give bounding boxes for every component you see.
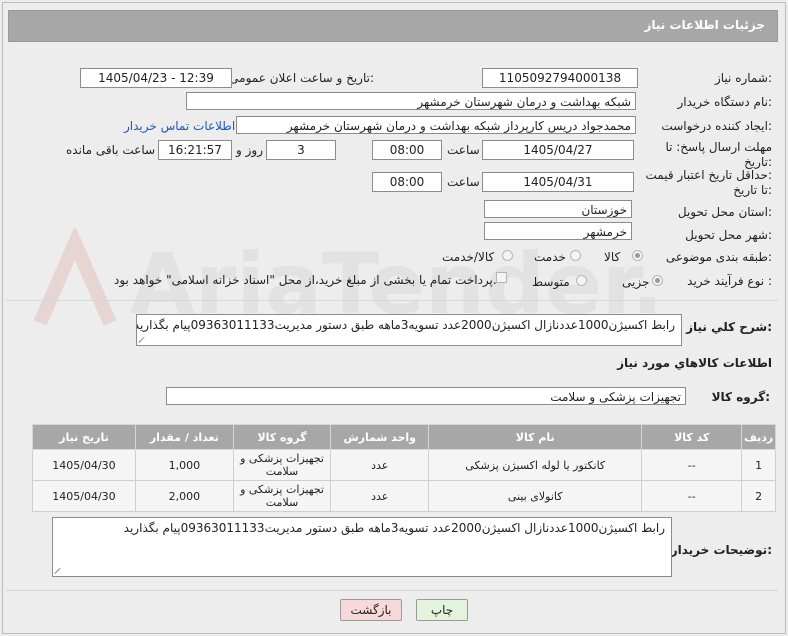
col-row-number: ردیف [741,424,776,450]
cell-goods-code: -- [641,480,743,512]
col-need-date: تاریخ نیاز [32,424,136,450]
cell-quantity: 1,000 [134,449,234,481]
col-goods-name: نام کالا [428,424,643,450]
price-validity-date-field: 1405/04/31 [482,172,634,192]
days-remaining-field: 3 [266,140,336,160]
cell-goods-group: تجهیزات پزشکی و سلامت [232,449,332,481]
buyer-notes-text: رابط اکسیژن1000عددنازال اکسیژن2000عدد تس… [123,521,665,535]
creator-label: ایجاد کننده درخواست: [661,119,772,133]
remaining-time-field: 16:21:57 [158,140,232,160]
process-medium-label: متوسط [532,275,570,289]
description-text: رابط اکسیژن1000عددنازال اکسیژن2000عدد تس… [136,318,675,332]
description-label: شرح کلي نياز: [686,320,772,334]
section-divider [6,300,778,301]
goods-group-field: تجهیزات پزشکی و سلامت [166,387,686,405]
category-both-label: کالا/خدمت [442,250,495,264]
deadline-label-line2: تاریخ: [744,155,772,169]
cell-row-number: 1 [741,449,776,481]
price-validity-time-field: 08:00 [372,172,442,192]
category-label: طبقه بندی موضوعی: [665,250,772,264]
category-both-radio[interactable] [502,250,513,261]
col-unit: واحد شمارش [330,424,430,450]
goods-info-title: اطلاعات کالاهاي مورد نياز [617,356,772,370]
cell-goods-name: کانکتور یا لوله اکسیژن پزشکی [428,449,643,481]
buyer-notes-textarea: رابط اکسیژن1000عددنازال اکسیژن2000عدد تس… [52,517,672,577]
remaining-time-label: ساعت باقی مانده [66,143,156,157]
print-button[interactable]: چاپ [416,599,468,621]
city-field: خرمشهر [484,222,632,240]
table-row: 2 -- کانولای بینی عدد تجهیزات پزشکی و سل… [32,480,776,512]
goods-table: ردیف کد کالا نام کالا واحد شمارش گروه کا… [32,424,776,512]
price-validity-time-label: ساعت [447,175,480,189]
need-number-label: شماره نیاز: [714,71,772,85]
price-validity-label-line1: حداقل تاریخ اعتبار قیمت: [645,168,772,182]
announce-field: 1405/04/23 - 12:39 [80,68,232,88]
contact-info-link[interactable]: اطلاعات تماس خریدار [124,119,235,133]
cell-goods-name: کانولای بینی [428,480,643,512]
buyer-org-field: شبکه بهداشت و درمان شهرستان خرمشهر [186,92,636,110]
col-quantity: تعداد / مقدار [134,424,234,450]
cell-unit: عدد [330,449,430,481]
need-number-field: 1105092794000138 [482,68,638,88]
page-title: جزئیات اطلاعات نیاز [644,18,765,32]
process-small-label: جزیی [622,275,650,289]
col-goods-code: کد کالا [641,424,743,450]
process-type-label: نوع فرآیند خرید : [687,274,772,288]
city-label: شهر محل تحویل: [685,228,772,242]
resize-grip-icon[interactable] [139,335,147,343]
resize-grip-icon[interactable] [55,566,63,574]
goods-table-header: ردیف کد کالا نام کالا واحد شمارش گروه کا… [32,424,776,450]
description-textarea: رابط اکسیژن1000عددنازال اکسیژن2000عدد تس… [136,314,682,346]
cell-need-date: 1405/04/30 [32,480,136,512]
back-button[interactable]: بازگشت [340,599,402,621]
page-title-bar: جزئیات اطلاعات نیاز [8,10,778,42]
buyer-notes-label: توضیحات خریدار: [670,543,772,557]
category-goods-radio[interactable] [632,250,643,261]
deadline-time-field: 08:00 [372,140,442,160]
days-label: روز و [236,143,263,157]
cell-goods-group: تجهیزات پزشکی و سلامت [232,480,332,512]
process-medium-radio[interactable] [576,275,587,286]
province-label: استان محل تحویل: [677,205,772,219]
category-service-label: خدمت [534,250,566,264]
cell-goods-code: -- [641,449,743,481]
deadline-label-line1: مهلت ارسال پاسخ: تا [665,140,772,154]
deadline-date-field: 1405/04/27 [482,140,634,160]
category-service-radio[interactable] [570,250,581,261]
announce-label: تاریخ و ساعت اعلان عمومی: [229,71,374,85]
treasury-payment-checkbox[interactable] [496,272,507,283]
goods-group-label: گروه کالا: [711,390,770,404]
cell-unit: عدد [330,480,430,512]
cell-need-date: 1405/04/30 [32,449,136,481]
province-field: خوزستان [484,200,632,218]
col-goods-group: گروه کالا [232,424,332,450]
deadline-time-label: ساعت [447,143,480,157]
cell-quantity: 2,000 [134,480,234,512]
category-goods-label: کالا [604,250,621,264]
treasury-payment-note: پرداخت تمام یا بخشی از مبلغ خرید،از محل … [114,273,497,287]
price-validity-label-line2: تا تاریخ: [733,183,772,197]
table-row: 1 -- کانکتور یا لوله اکسیژن پزشکی عدد تج… [32,449,776,481]
buyer-org-label: نام دستگاه خریدار: [677,95,773,109]
cell-row-number: 2 [741,480,776,512]
process-small-radio[interactable] [652,275,663,286]
creator-field: محمدجواد دریس کارپرداز شبکه بهداشت و درم… [236,116,636,134]
footer-divider [6,590,778,591]
